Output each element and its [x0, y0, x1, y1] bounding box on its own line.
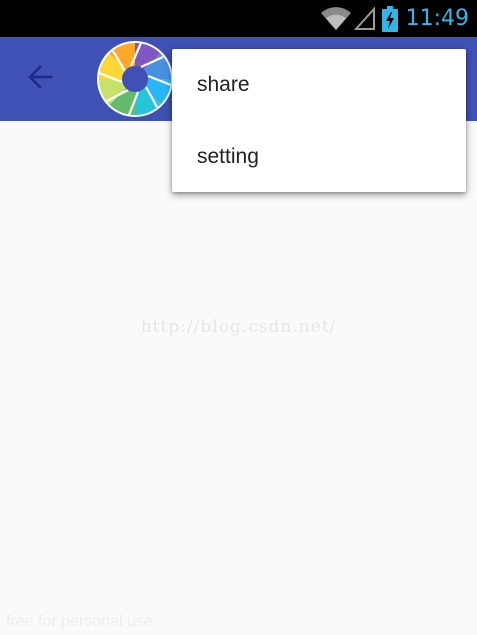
menu-item-setting[interactable]: setting [172, 121, 466, 193]
menu-item-label: setting [197, 145, 259, 168]
footer-watermark: free for personal use [6, 613, 153, 630]
menu-item-share[interactable]: share [172, 49, 466, 121]
back-button[interactable] [18, 57, 62, 101]
status-clock: 11:49 [405, 6, 469, 31]
wifi-icon [320, 6, 352, 32]
battery-charging-icon [381, 5, 398, 32]
status-icons: 11:49 [320, 0, 469, 37]
camera-aperture-logo [96, 40, 174, 118]
menu-item-label: share [197, 73, 250, 96]
arrow-back-icon [26, 63, 54, 95]
main-content: http://blog.csdn.net/ free for personal … [0, 121, 477, 635]
status-bar: 11:49 [0, 0, 477, 37]
overflow-menu: share setting [172, 49, 466, 192]
watermark-text: http://blog.csdn.net/ [140, 317, 337, 337]
signal-icon [353, 6, 376, 31]
